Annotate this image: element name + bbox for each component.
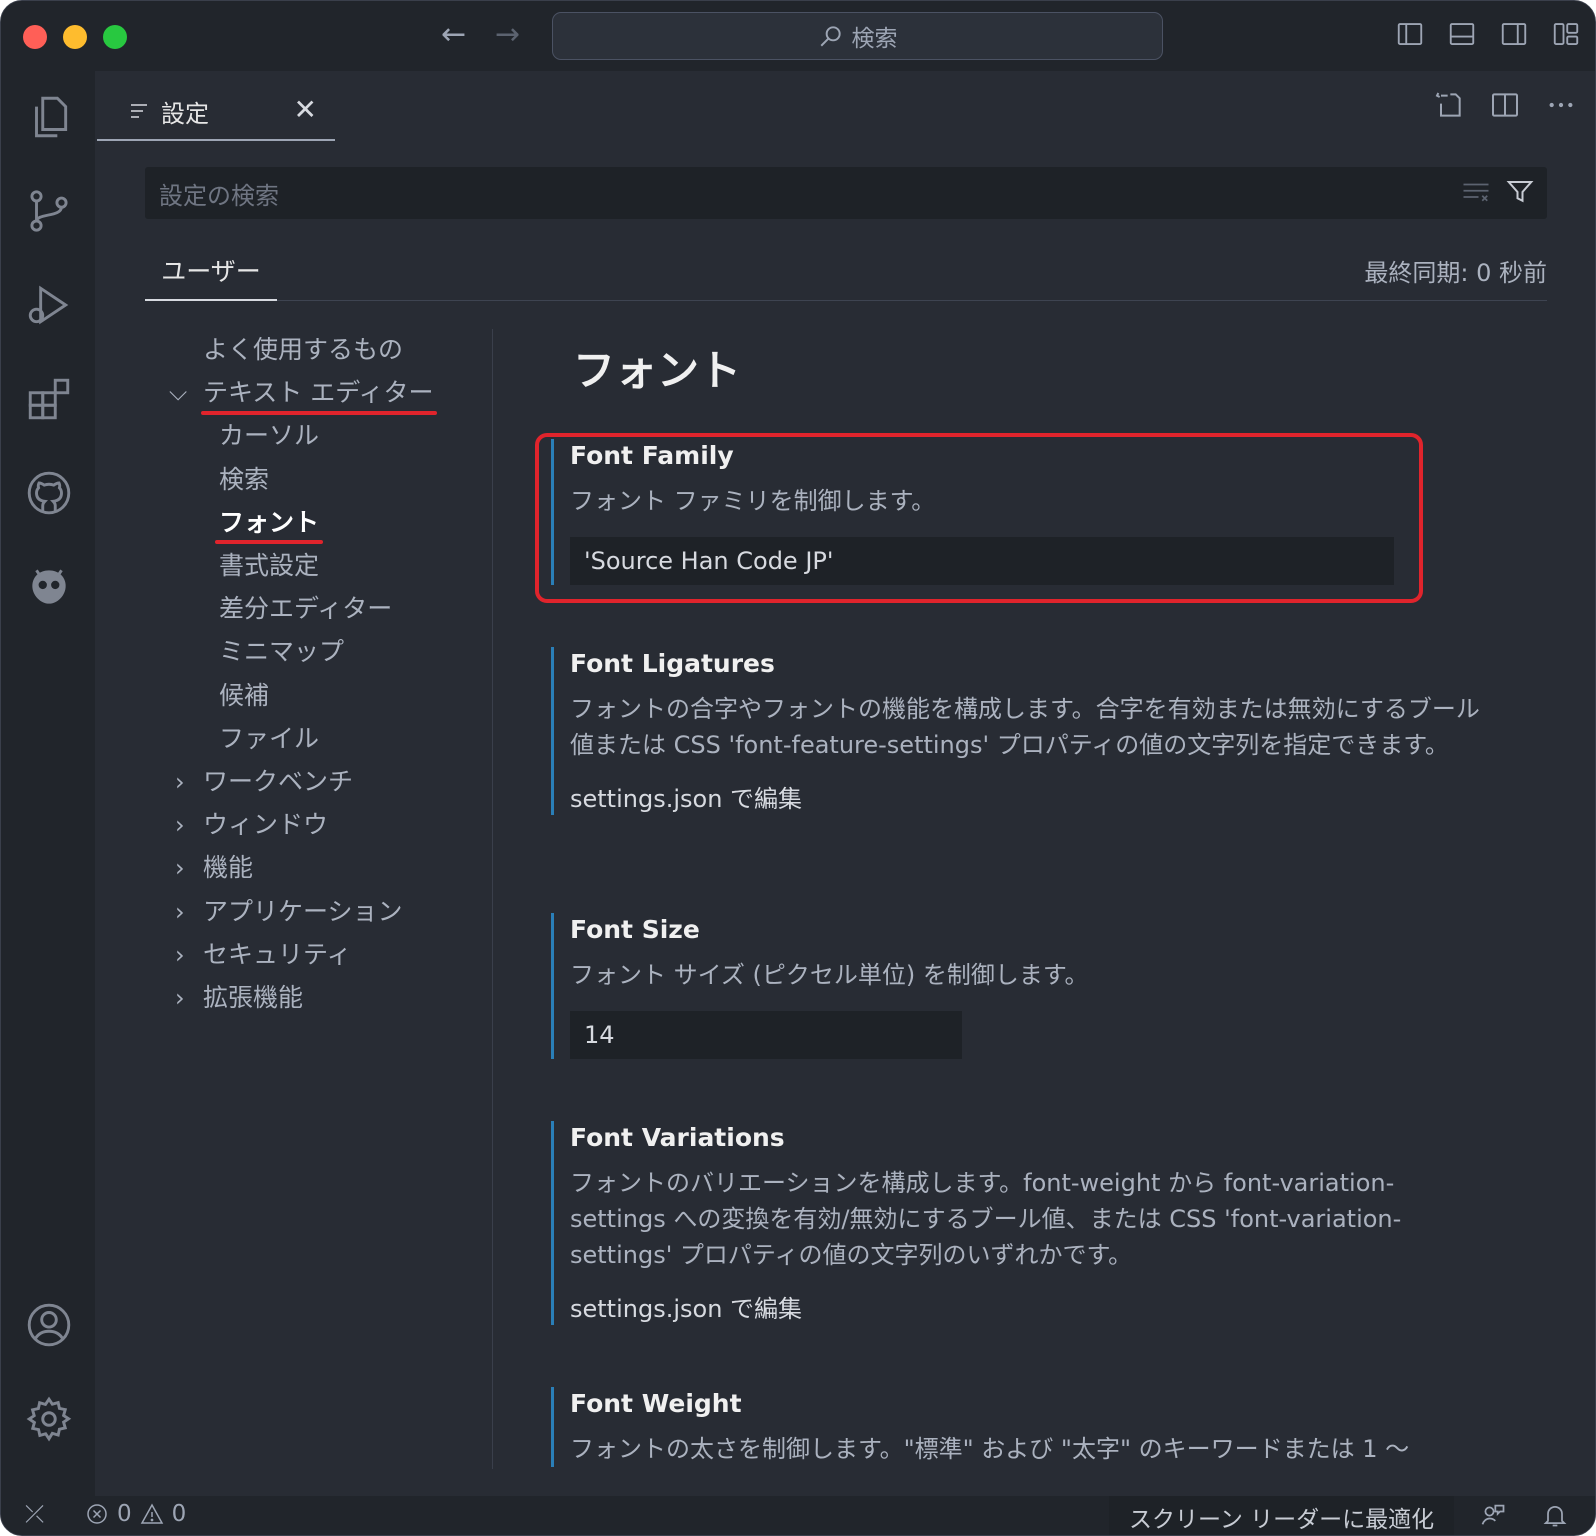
- extensions-icon[interactable]: [23, 373, 75, 425]
- chevron-right-icon[interactable]: ›: [175, 981, 185, 1015]
- toc-item-diff-editor[interactable]: 差分エディター: [219, 592, 392, 626]
- problems-indicator[interactable]: 0 0: [85, 1501, 186, 1527]
- back-arrow-icon[interactable]: ←: [441, 17, 466, 53]
- more-actions-icon[interactable]: [1545, 89, 1577, 121]
- editor-area: 設定 ✕ 設定の検索 ユーザー 最終同期: 0 秒前 よく使用するもの ⌵ テキ…: [95, 71, 1595, 1496]
- warning-count: 0: [171, 1501, 187, 1527]
- toc-item-application[interactable]: アプリケーション: [203, 895, 403, 929]
- command-center-label: 検索: [851, 26, 898, 52]
- toc-item-features[interactable]: 機能: [203, 851, 253, 885]
- toc-item-suggestions[interactable]: 候補: [219, 679, 269, 713]
- vscode-window: ← → 検索 設定 ✕ 設定の検索 ユーザー 最終同期: 0 秒前 よく使用する…: [0, 0, 1596, 1536]
- error-count: 0: [117, 1501, 132, 1527]
- chevron-right-icon[interactable]: ›: [175, 895, 185, 929]
- setting-name: Font Variations: [570, 1123, 785, 1152]
- setting-description: フォントの太さを制御します。"標準" および "太字" のキーワードまたは 1 …: [570, 1435, 1410, 1463]
- setting-name: Font Ligatures: [570, 649, 775, 678]
- toc-item-window[interactable]: ウィンドウ: [203, 808, 328, 842]
- setting-font-variations: Font Variations フォントのバリエーションを構成します。font-…: [551, 1121, 1511, 1325]
- toc-item-text-editor[interactable]: テキスト エディター: [203, 376, 433, 410]
- remote-indicator-icon[interactable]: ⤫: [25, 1500, 44, 1528]
- toc-item-minimap[interactable]: ミニマップ: [219, 635, 344, 669]
- setting-description: フォントの合字やフォントの機能を構成します。合字を有効または無効にするブール値ま…: [570, 695, 1480, 759]
- chevron-right-icon[interactable]: ›: [175, 851, 185, 885]
- customize-layout-icon[interactable]: [1551, 19, 1581, 49]
- edit-in-settings-json-link[interactable]: settings.json で編集: [570, 1293, 1511, 1325]
- annotation-underline: [201, 411, 437, 415]
- toc-item-formatting[interactable]: 書式設定: [219, 549, 319, 583]
- tab-settings[interactable]: 設定 ✕: [97, 83, 335, 141]
- split-editor-icon[interactable]: [1489, 89, 1521, 121]
- error-icon: [87, 1504, 107, 1524]
- setting-font-ligatures: Font Ligatures フォントの合字やフォントの機能を構成します。合字を…: [551, 647, 1511, 815]
- setting-name: Font Weight: [570, 1389, 742, 1418]
- chevron-right-icon[interactable]: ›: [175, 938, 185, 972]
- screen-reader-optimized-status[interactable]: スクリーン リーダーに最適化: [1109, 1496, 1455, 1535]
- annotation-highlight-box: [535, 433, 1423, 603]
- toc-item-files[interactable]: ファイル: [219, 722, 319, 756]
- setting-name: Font Size: [570, 915, 700, 944]
- explorer-icon[interactable]: [23, 91, 75, 143]
- toc-item-extensions[interactable]: 拡張機能: [203, 981, 303, 1015]
- source-control-icon[interactable]: [23, 185, 75, 237]
- toc-item-font[interactable]: フォント: [219, 506, 319, 540]
- close-tab-icon[interactable]: ✕: [294, 93, 317, 126]
- tab-user-scope[interactable]: ユーザー: [145, 241, 277, 301]
- feedback-icon[interactable]: [1479, 1501, 1507, 1529]
- setting-font-weight: Font Weight フォントの太さを制御します。"標準" および "太字" …: [551, 1387, 1511, 1467]
- accounts-icon[interactable]: [23, 1299, 75, 1351]
- tab-label: 設定: [161, 99, 209, 128]
- settings-search-input[interactable]: 設定の検索: [145, 167, 1547, 219]
- annotation-underline: [215, 540, 323, 544]
- activity-bar: [1, 71, 95, 1496]
- toc-item-find[interactable]: 検索: [219, 463, 269, 497]
- open-settings-json-icon[interactable]: [1433, 89, 1465, 121]
- settings-toc: よく使用するもの ⌵ テキスト エディター カーソル 検索 フォント 書式設定 …: [145, 329, 493, 1469]
- clear-filter-icon[interactable]: [1461, 177, 1491, 207]
- filter-icon[interactable]: [1505, 177, 1535, 207]
- setting-font-size: Font Size フォント サイズ (ピクセル単位) を制御します。 14: [551, 913, 1511, 1059]
- manage-gear-icon[interactable]: [23, 1393, 75, 1445]
- platformio-icon[interactable]: [23, 561, 75, 613]
- minimize-window-button[interactable]: [63, 25, 87, 49]
- toc-item-workbench[interactable]: ワークベンチ: [203, 765, 353, 799]
- notifications-bell-icon[interactable]: [1541, 1501, 1569, 1529]
- close-window-button[interactable]: [23, 25, 47, 49]
- last-sync-status: 最終同期: 0 秒前: [1364, 259, 1547, 287]
- toc-item-commonly-used[interactable]: よく使用するもの: [203, 333, 403, 367]
- title-bar: ← → 検索: [1, 1, 1595, 71]
- settings-search-placeholder: 設定の検索: [159, 181, 279, 210]
- zoom-window-button[interactable]: [103, 25, 127, 49]
- chevron-right-icon[interactable]: ›: [175, 808, 185, 842]
- toc-item-security[interactable]: セキュリティ: [203, 938, 352, 972]
- edit-in-settings-json-link[interactable]: settings.json で編集: [570, 783, 1511, 815]
- section-title: フォント: [573, 346, 742, 395]
- toc-item-cursor[interactable]: カーソル: [219, 419, 319, 453]
- run-debug-icon[interactable]: [23, 279, 75, 331]
- chevron-down-icon[interactable]: ⌵: [169, 375, 187, 409]
- forward-arrow-icon[interactable]: →: [495, 17, 520, 53]
- toggle-primary-sidebar-icon[interactable]: [1395, 19, 1425, 49]
- github-icon[interactable]: [23, 467, 75, 519]
- status-bar: ⤫ 0 0 スクリーン リーダーに最適化: [1, 1496, 1595, 1535]
- settings-editor-icon: [131, 104, 147, 118]
- settings-scope-tabs: ユーザー 最終同期: 0 秒前: [145, 241, 1547, 301]
- chevron-right-icon[interactable]: ›: [175, 765, 185, 799]
- warning-icon: [140, 1503, 163, 1524]
- setting-description: フォントのバリエーションを構成します。font-weight から font-v…: [570, 1169, 1402, 1269]
- search-icon: [820, 26, 841, 47]
- command-center-search[interactable]: 検索: [552, 12, 1163, 60]
- toggle-panel-icon[interactable]: [1447, 19, 1477, 49]
- font-size-input[interactable]: 14: [570, 1011, 962, 1059]
- setting-description: フォント サイズ (ピクセル単位) を制御します。: [570, 961, 1089, 989]
- toggle-secondary-sidebar-icon[interactable]: [1499, 19, 1529, 49]
